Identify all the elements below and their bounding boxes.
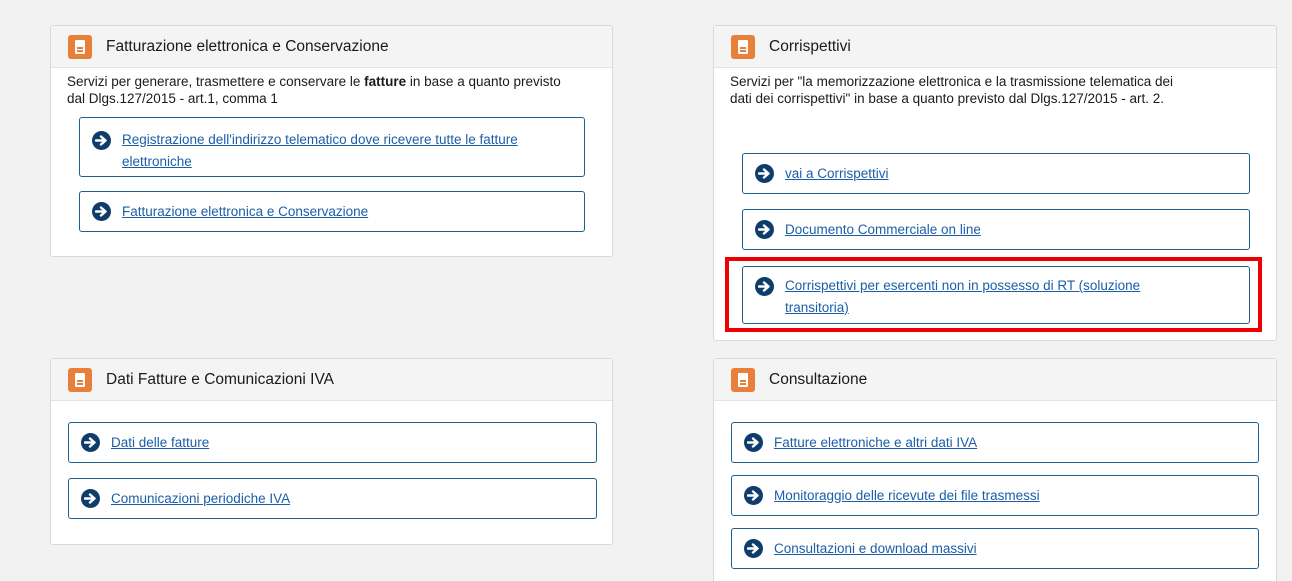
arrow-circle-right-icon — [744, 433, 763, 452]
panel-title: Dati Fatture e Comunicazioni IVA — [106, 370, 335, 388]
panel-header: Fatturazione elettronica e Conservazione — [51, 26, 612, 68]
document-icon — [731, 34, 755, 59]
link-label[interactable]: Documento Commerciale on line — [785, 219, 981, 241]
link-fatturazione-conservazione[interactable]: Fatturazione elettronica e Conservazione — [79, 191, 585, 232]
panel-title: Corrispettivi — [769, 37, 851, 55]
highlight-box — [725, 257, 1262, 332]
panel-consultazione: Consultazione Fatture elettroniche e alt… — [713, 358, 1277, 581]
panel-description: Servizi per generare, trasmettere e cons… — [67, 74, 561, 106]
panel-title: Consultazione — [769, 370, 868, 388]
link-monitoraggio-ricevute[interactable]: Monitoraggio delle ricevute dei file tra… — [731, 475, 1259, 516]
link-label[interactable]: Consultazioni e download massivi — [774, 538, 977, 560]
panel-header: Corrispettivi — [714, 26, 1276, 68]
arrow-circle-right-icon — [744, 539, 763, 558]
arrow-circle-right-icon — [755, 220, 774, 239]
link-label[interactable]: vai a Corrispettivi — [785, 163, 889, 185]
arrow-circle-right-icon — [92, 131, 111, 150]
link-label[interactable]: Comunicazioni periodiche IVA — [111, 488, 290, 510]
panel-header: Consultazione — [714, 359, 1276, 401]
link-vai-corrispettivi[interactable]: vai a Corrispettivi — [742, 153, 1250, 194]
arrow-circle-right-icon — [744, 486, 763, 505]
panel-fatturazione: Fatturazione elettronica e Conservazione… — [50, 25, 613, 257]
link-label[interactable]: Dati delle fatture — [111, 432, 209, 454]
link-label[interactable]: Monitoraggio delle ricevute dei file tra… — [774, 485, 1040, 507]
arrow-circle-right-icon — [81, 489, 100, 508]
document-icon — [68, 34, 92, 59]
document-icon — [68, 367, 92, 392]
link-registrazione-indirizzo[interactable]: Registrazione dell'indirizzo telematico … — [79, 117, 585, 177]
panel-description: Servizi per "la memorizzazione elettroni… — [730, 74, 1173, 106]
link-consultazioni-download[interactable]: Consultazioni e download massivi — [731, 528, 1259, 569]
panel-dati-fatture: Dati Fatture e Comunicazioni IVA Dati de… — [50, 358, 613, 545]
arrow-circle-right-icon — [755, 164, 774, 183]
link-label[interactable]: Fatture elettroniche e altri dati IVA — [774, 432, 977, 454]
arrow-circle-right-icon — [81, 433, 100, 452]
link-comunicazioni-periodiche[interactable]: Comunicazioni periodiche IVA — [68, 478, 597, 519]
link-dati-fatture[interactable]: Dati delle fatture — [68, 422, 597, 463]
document-icon — [731, 367, 755, 392]
panel-title: Fatturazione elettronica e Conservazione — [106, 37, 389, 55]
panel-header: Dati Fatture e Comunicazioni IVA — [51, 359, 612, 401]
link-fatture-elettroniche-iva[interactable]: Fatture elettroniche e altri dati IVA — [731, 422, 1259, 463]
arrow-circle-right-icon — [92, 202, 111, 221]
link-documento-commerciale[interactable]: Documento Commerciale on line — [742, 209, 1250, 250]
link-label[interactable]: Fatturazione elettronica e Conservazione — [122, 201, 368, 223]
link-label[interactable]: Registrazione dell'indirizzo telematico … — [122, 129, 574, 173]
